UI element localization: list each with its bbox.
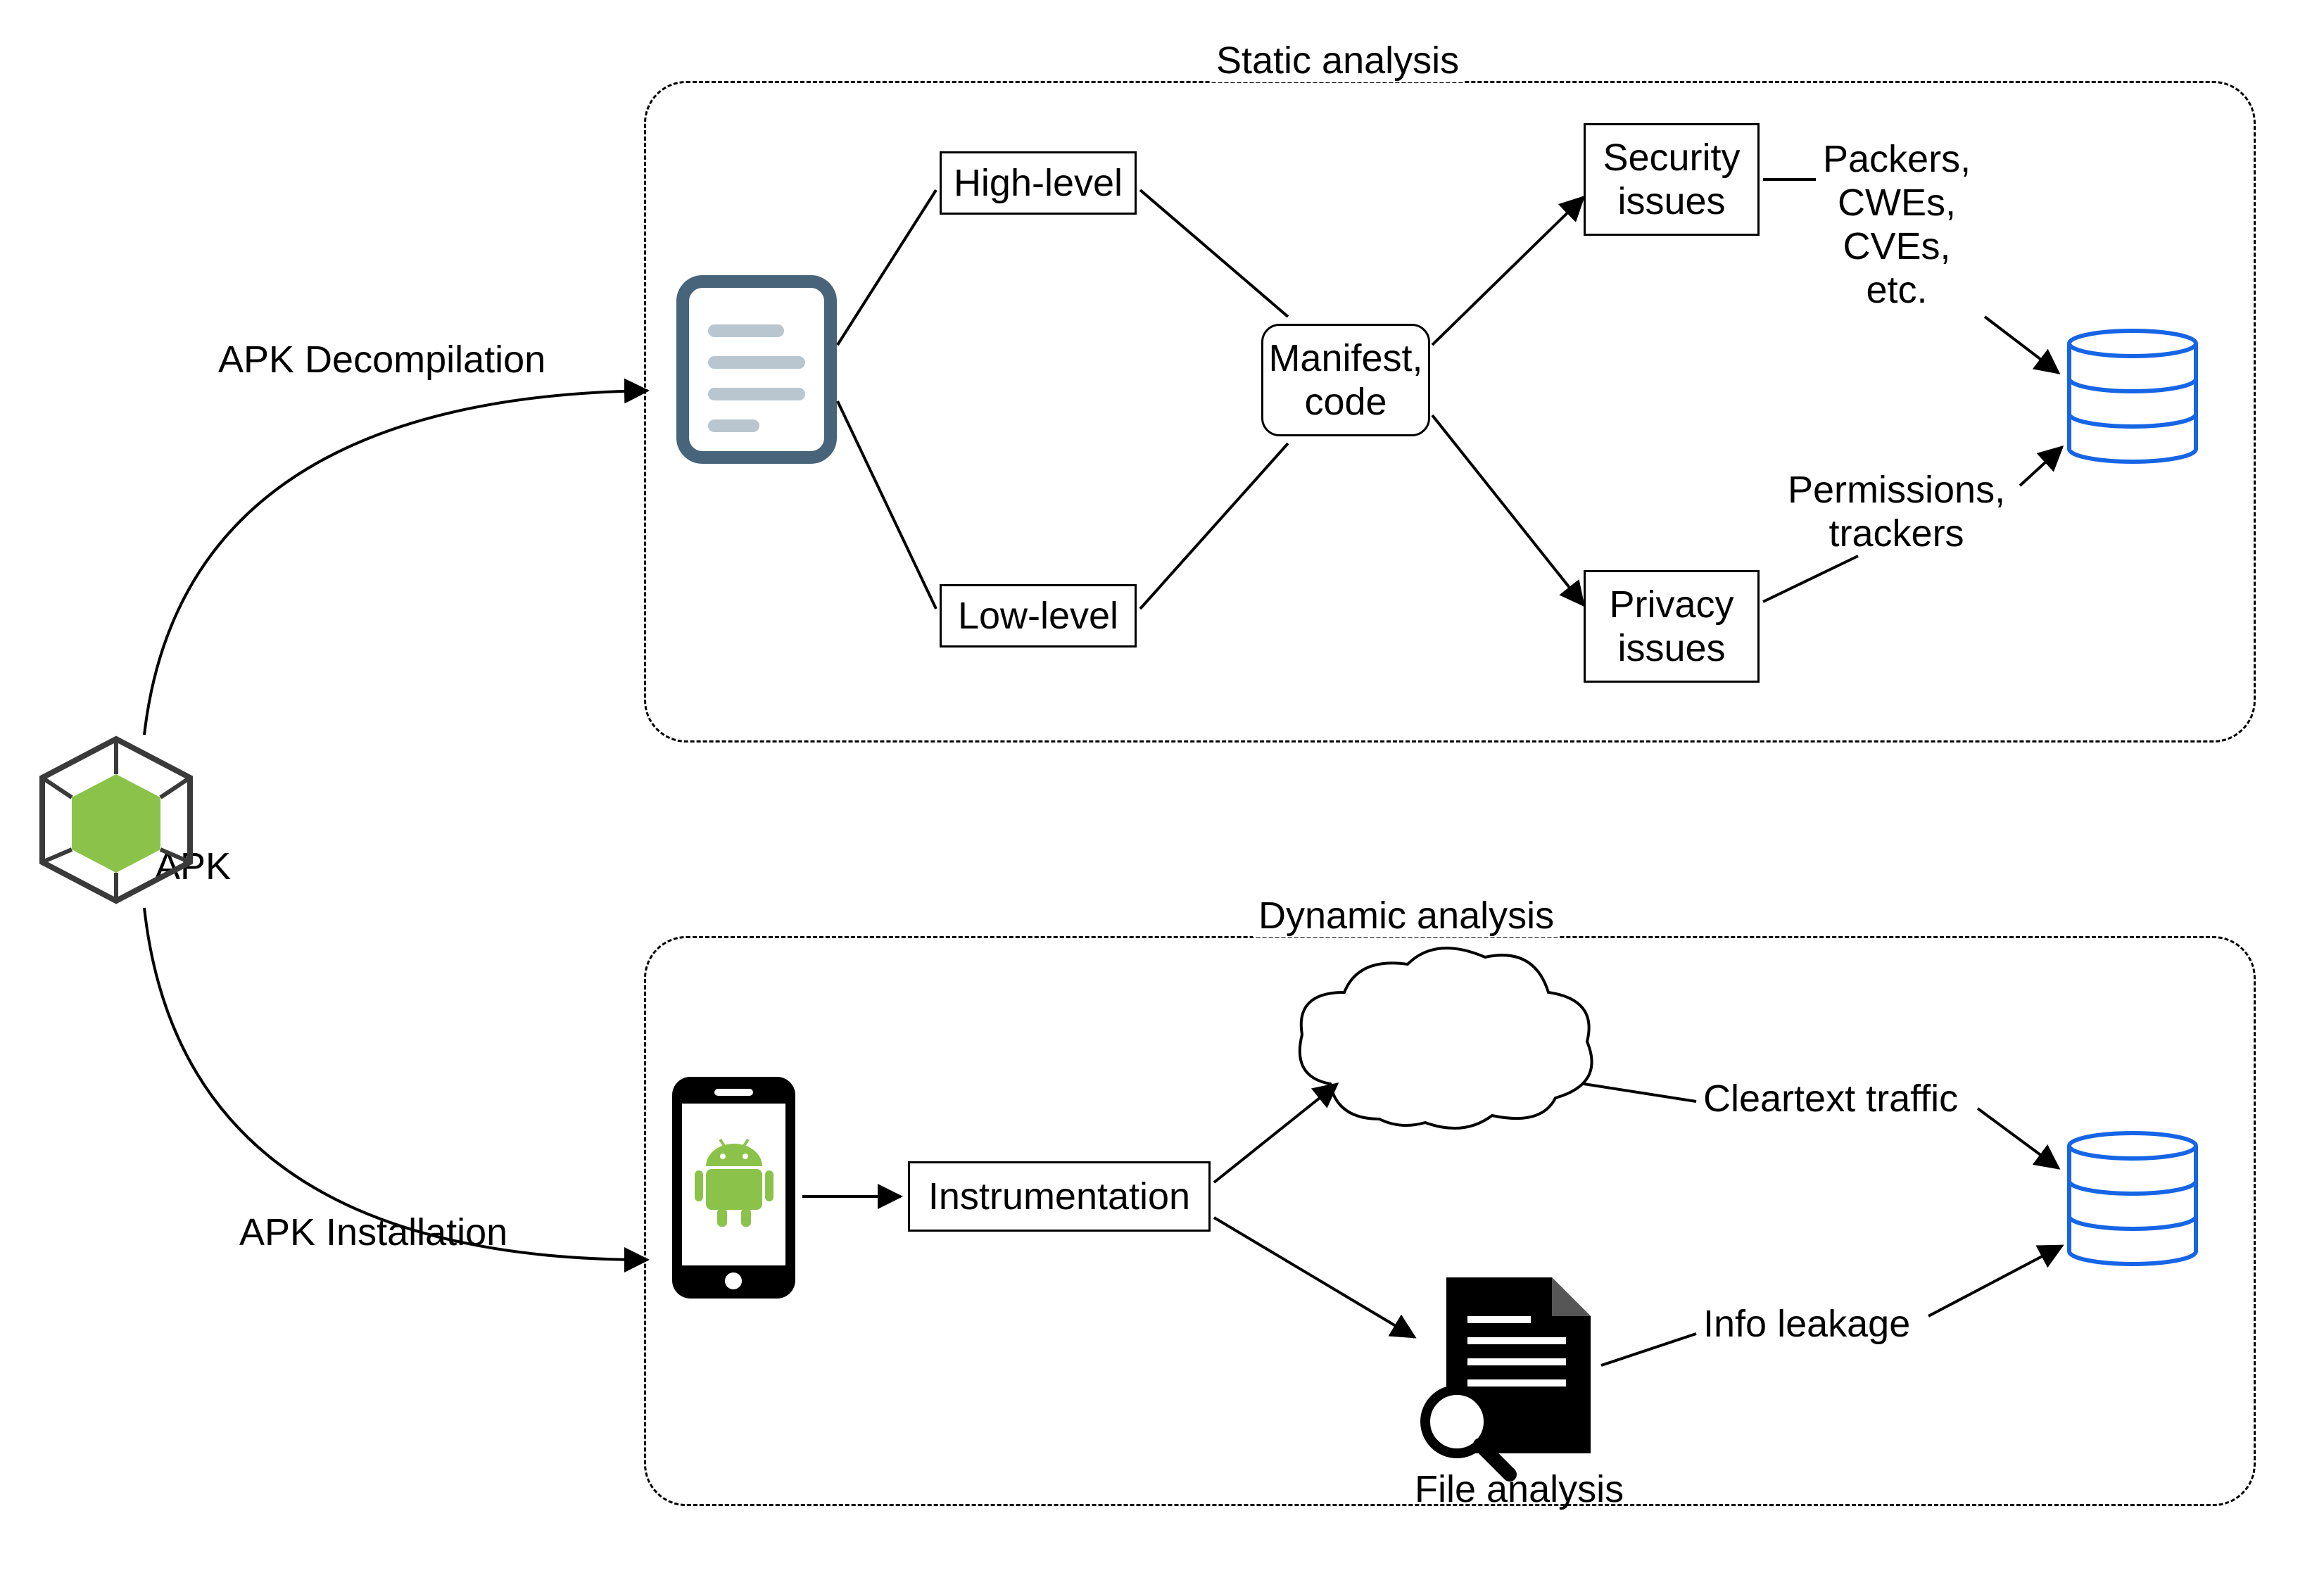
edge-doc-to-high [838, 190, 936, 345]
edge-manifest-to-security [1432, 197, 1584, 345]
edge-instr-to-file [1214, 1218, 1415, 1337]
edge-manifest-to-privacy [1432, 415, 1584, 605]
diagram-canvas: Static analysis Dynamic analysis High-le… [0, 0, 2324, 1573]
edge-network-to-cleartext [1584, 1084, 1696, 1101]
network-cloud-icon [1300, 948, 1592, 1128]
edge-high-to-manifest [1140, 190, 1288, 317]
database-icon-dynamic [2069, 1133, 2196, 1264]
svg-layer [0, 0, 2324, 1573]
edge-low-to-manifest [1140, 443, 1288, 609]
database-icon-static [2069, 331, 2196, 462]
edge-cleartext-to-db [1978, 1108, 2059, 1168]
edge-privout-to-db [2020, 447, 2062, 486]
edge-apk-to-decompile [144, 391, 648, 735]
edge-doc-to-low [838, 401, 936, 609]
edge-leak-to-db [1928, 1246, 2062, 1316]
edge-privacy-to-output [1763, 556, 1858, 602]
document-icon [683, 282, 831, 457]
phone-android-icon [672, 1077, 795, 1299]
apk-cube-icon [42, 739, 190, 901]
edge-file-to-leak [1601, 1334, 1696, 1365]
edge-instr-to-network [1214, 1084, 1337, 1182]
edge-apk-to-install [144, 908, 648, 1260]
file-analysis-icon [1425, 1277, 1591, 1474]
edge-secout-to-db [1985, 317, 2059, 373]
